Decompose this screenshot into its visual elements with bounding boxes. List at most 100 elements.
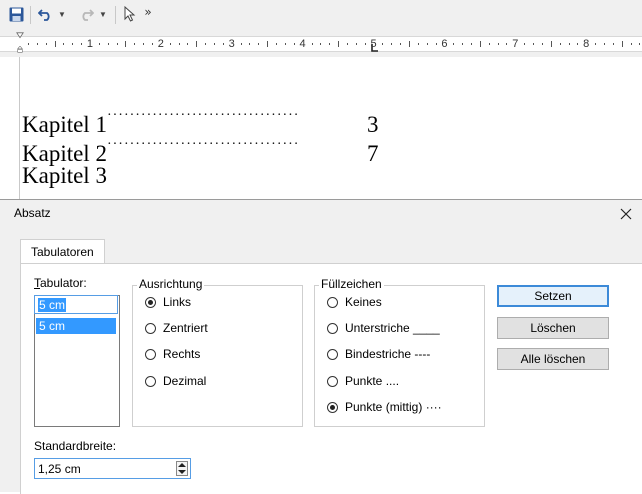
toolbar-overflow-button[interactable]: » [142, 2, 154, 22]
ruler-tick [577, 43, 579, 45]
ruler-tick [196, 41, 198, 47]
save-button[interactable] [6, 4, 26, 24]
dialog-title: Absatz [14, 206, 51, 220]
ruler-tick [355, 43, 357, 45]
ruler-tick [426, 43, 428, 45]
ruler-tick [187, 43, 189, 45]
ruler-tick [72, 43, 74, 45]
fill-hyphen-radio[interactable]: Bindestriche ---- [327, 347, 430, 361]
ruler-tick [81, 43, 82, 45]
ruler-tick [603, 43, 605, 45]
ruler-tick [27, 43, 29, 45]
set-button[interactable]: Setzen [497, 285, 609, 307]
tabulator-label: Tabulator: [34, 276, 87, 290]
ruler-tick [54, 41, 56, 47]
alignment-group-title: Ausrichtung [137, 277, 205, 291]
selection-pointer-icon [124, 6, 136, 22]
select-objects-button[interactable] [121, 4, 139, 24]
fill-middle-dots-radio[interactable]: Punkte (mittig) ···· [327, 400, 442, 414]
ruler-tick [479, 41, 481, 47]
chevron-down-icon: ▼ [58, 9, 66, 19]
ruler-tick [382, 43, 384, 45]
ruler-tick [214, 43, 215, 45]
alignment-decimal-radio[interactable]: Dezimal [145, 374, 206, 388]
tab-tabulatoren[interactable]: Tabulatoren [20, 239, 105, 264]
ruler-tick [98, 43, 100, 45]
undo-icon [38, 9, 50, 21]
ruler-tick [391, 43, 393, 45]
ruler-tick [453, 43, 455, 45]
ruler-tick [408, 41, 410, 47]
document-page[interactable]: Kapitel 1·······························… [0, 57, 642, 200]
fill-none-radio[interactable]: Keines [327, 295, 382, 309]
ruler-tick [541, 43, 543, 45]
ruler-tick [63, 43, 65, 45]
ruler-tick [595, 43, 597, 45]
delete-all-button[interactable]: Alle löschen [497, 348, 609, 370]
toc-page-number: 7 [366, 141, 379, 166]
horizontal-ruler[interactable]: 1 2 3 4 5 6 7 8 [0, 29, 642, 57]
radio-unchecked-icon [327, 348, 338, 360]
ruler-tick [249, 43, 251, 45]
fill-middle-dots-label: Punkte (mittig) ···· [345, 400, 442, 414]
ruler-tick [550, 41, 552, 47]
ruler-tick [338, 41, 340, 47]
tabulator-input[interactable]: 5 cm [34, 295, 118, 314]
undo-button[interactable] [36, 4, 56, 24]
tabulator-label-text: abulator: [40, 276, 87, 290]
delete-button[interactable]: Löschen [497, 317, 609, 339]
alignment-right-label: Rechts [163, 347, 201, 361]
fill-underscore-label: Unterstriche ____ [345, 321, 440, 335]
fill-hyphen-label: Bindestriche ---- [345, 347, 431, 361]
double-chevron-right-icon: » [144, 5, 152, 19]
ruler-tick [169, 43, 171, 45]
default-width-spinbox[interactable]: 1,25 cm [34, 458, 191, 479]
alignment-center-radio[interactable]: Zentriert [145, 321, 208, 335]
redo-dropdown-button[interactable]: ▼ [98, 4, 108, 24]
ruler-tick [222, 43, 224, 45]
toolbar-separator [115, 6, 116, 24]
default-width-value: 1,25 cm [38, 462, 81, 476]
fill-underscore-radio[interactable]: Unterstriche ____ [327, 321, 440, 335]
ruler-tick [116, 43, 118, 45]
ruler-tick [559, 43, 561, 45]
ruler-number: 1 [86, 38, 93, 50]
alignment-center-label: Zentriert [163, 321, 208, 335]
close-icon [620, 208, 632, 220]
tabulator-list[interactable] [34, 295, 120, 427]
ruler-tick [151, 43, 153, 45]
spin-buttons[interactable] [176, 461, 188, 476]
undo-dropdown-button[interactable]: ▼ [57, 4, 67, 24]
alignment-left-radio[interactable]: Links [145, 295, 191, 309]
ruler-tick [107, 43, 109, 45]
ruler-tick [533, 43, 534, 45]
ruler-number: 4 [299, 38, 306, 50]
close-button[interactable] [614, 202, 638, 226]
ruler-tick [568, 43, 570, 45]
ruler-tick [621, 41, 623, 47]
first-line-indent-marker[interactable] [16, 32, 24, 40]
ruler-tick [497, 43, 499, 45]
ruler-tick [293, 43, 295, 45]
ruler-number: 5 [370, 38, 377, 50]
ruler-tick [143, 43, 145, 45]
fill-dots-radio[interactable]: Punkte .... [327, 374, 399, 388]
ruler-tick [267, 41, 269, 47]
chevron-down-icon: ▼ [99, 9, 107, 19]
alignment-right-radio[interactable]: Rechts [145, 347, 200, 361]
redo-button[interactable] [76, 4, 96, 24]
radio-checked-icon [145, 296, 156, 308]
tabulator-list-item[interactable]: 5 cm [36, 318, 116, 334]
toc-line-3[interactable]: Kapitel 3 [22, 162, 107, 190]
ruler-tick [258, 43, 260, 45]
ruler-tick [364, 43, 366, 45]
redo-icon [82, 9, 94, 21]
ruler-tick [471, 43, 472, 45]
hanging-indent-marker[interactable] [16, 46, 24, 54]
ruler-tick [346, 43, 348, 45]
radio-unchecked-icon [145, 348, 156, 360]
ruler-tick [276, 43, 277, 45]
fill-character-group-title: Füllzeichen [319, 277, 384, 291]
toolbar: ▼ ▼ » [0, 0, 642, 30]
tabulator-input-value: 5 cm [38, 298, 67, 312]
